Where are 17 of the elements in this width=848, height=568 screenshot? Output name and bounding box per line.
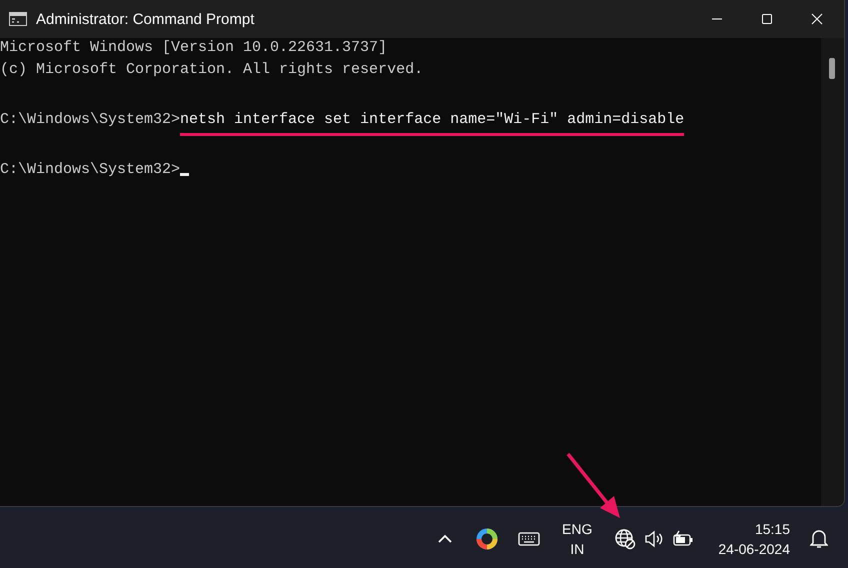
console-output: Microsoft Windows [Version 10.0.22631.3737] (0, 39, 388, 56)
globe-blocked-icon[interactable] (614, 528, 636, 550)
maximize-icon (761, 13, 773, 25)
typed-command: netsh interface set interface name="Wi-Fi" admin=disable (180, 111, 684, 136)
terminal-icon (9, 12, 27, 26)
command-prompt-path: C:\Windows\System32> (0, 111, 180, 128)
chevron-up-icon (437, 534, 454, 544)
input-language-button[interactable]: ENG IN (556, 515, 598, 563)
battery-charging-icon[interactable] (672, 530, 694, 548)
console-output: (c) Microsoft Corporation. All rights reserved. (0, 61, 424, 78)
close-icon (811, 13, 823, 25)
window-title: Administrator: Command Prompt (36, 10, 254, 28)
command-prompt-path: C:\Windows\System32> (0, 161, 180, 178)
scrollbar-thumb[interactable] (829, 58, 835, 79)
scrollbar[interactable] (821, 38, 844, 506)
clock[interactable]: 15:15 24-06-2024 (712, 515, 796, 563)
speaker-icon[interactable] (644, 530, 664, 548)
